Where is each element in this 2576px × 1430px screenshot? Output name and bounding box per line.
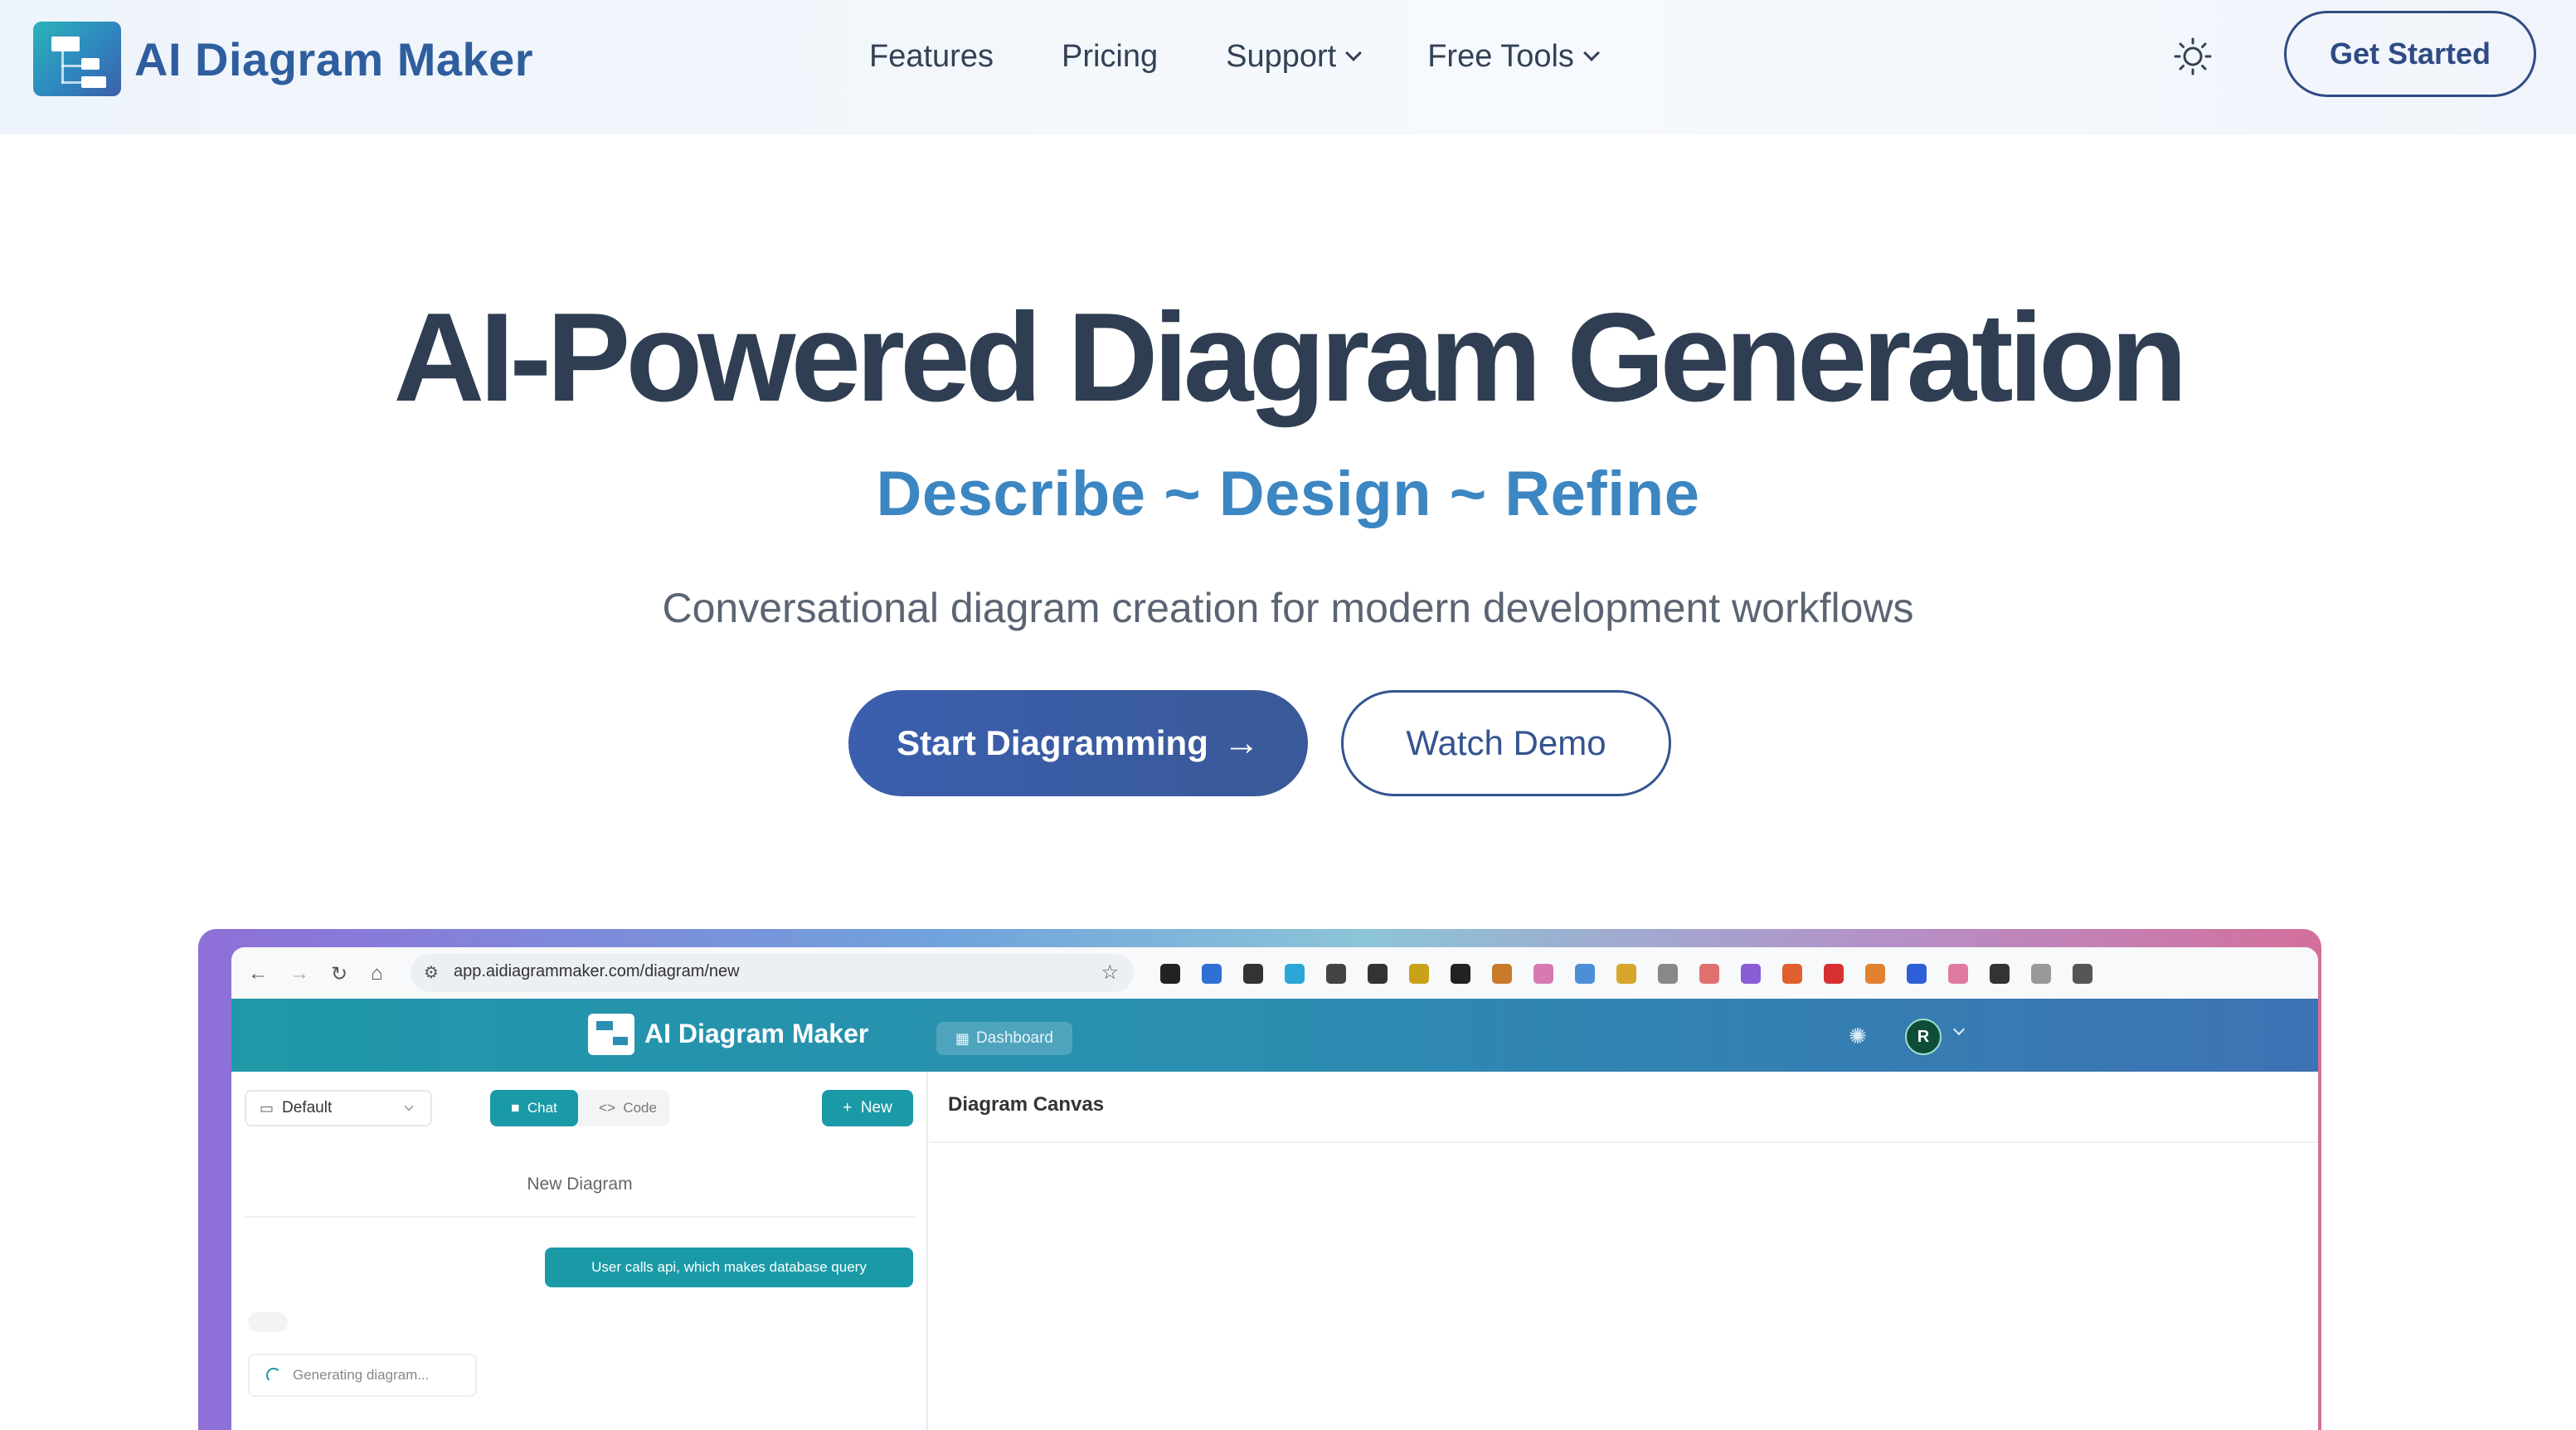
nav-link-label: Pricing <box>1061 38 1159 74</box>
browser-extension-icon <box>1368 964 1388 984</box>
extension-icons <box>1160 962 2114 985</box>
theme-toggle-button[interactable] <box>2168 32 2218 81</box>
browser-extension-icon <box>1202 964 1222 984</box>
nav-link-pricing[interactable]: Pricing <box>1062 39 1158 75</box>
get-started-button[interactable]: Get Started <box>2284 11 2536 97</box>
grid-icon: ▦ <box>955 1029 970 1047</box>
new-button-label: New <box>860 1099 892 1116</box>
spinner-icon <box>266 1368 281 1383</box>
chevron-down-icon <box>404 1102 414 1111</box>
nav-link-support[interactable]: Support <box>1226 38 1363 75</box>
logo-mark-icon <box>33 22 121 96</box>
diagram-canvas: Diagram Canvas <box>930 1072 2318 1430</box>
hero-description: Conversational diagram creation for mode… <box>662 585 1914 631</box>
sun-icon: ✺ <box>1849 1024 1867 1048</box>
browser-extension-icon <box>2031 964 2051 984</box>
new-diagram-button: + New <box>822 1090 913 1126</box>
browser-extension-icon <box>1243 964 1263 984</box>
browser-extension-icon <box>1948 964 1968 984</box>
browser-extension-icon <box>1409 964 1429 984</box>
tab-chat: ■ Chat <box>490 1090 578 1126</box>
tab-chat-label: Chat <box>527 1100 557 1116</box>
browser-extension-icon <box>1907 964 1927 984</box>
divider <box>245 1216 915 1218</box>
hero-title: AI-Powered Diagram Generation <box>393 287 2187 428</box>
nav-link-free-tools[interactable]: Free Tools <box>1427 38 1600 75</box>
chat-pane: ▭ Default ■ Chat <> Code + New New Diagr… <box>231 1072 928 1430</box>
chevron-down-icon <box>1583 45 1600 61</box>
nav-link-label: Features <box>869 38 994 74</box>
browser-extension-icon <box>1741 964 1761 984</box>
forward-icon: → <box>289 962 309 985</box>
start-diagramming-label: Start Diagramming <box>897 723 1208 762</box>
address-bar: ⚙ app.aidiagrammaker.com/diagram/new ☆ <box>411 954 1134 992</box>
app-preview-screenshot: ← → ↻ ⌂ ⚙ app.aidiagrammaker.com/diagram… <box>231 947 2318 1430</box>
brand-name: AI Diagram Maker <box>134 32 534 85</box>
canvas-title: Diagram Canvas <box>948 1093 1105 1116</box>
dashboard-label: Dashboard <box>976 1029 1053 1047</box>
hero-subtitle: Describe ~ Design ~ Refine <box>876 459 1700 529</box>
app-logo-icon <box>588 1014 634 1055</box>
url-text: app.aidiagrammaker.com/diagram/new <box>454 962 740 980</box>
tab-code: <> Code <box>599 1100 657 1116</box>
top-nav: AI Diagram Maker Features Pricing Suppor… <box>0 0 2576 134</box>
browser-extension-icon <box>1326 964 1346 984</box>
nav-links: Features Pricing Support Free Tools <box>869 32 1665 81</box>
chat-title: New Diagram <box>527 1175 633 1194</box>
divider <box>930 1141 2318 1143</box>
chevron-down-icon <box>1952 1023 1966 1036</box>
status-message: Generating diagram... <box>248 1354 477 1397</box>
app-title: AI Diagram Maker <box>644 1019 869 1048</box>
browser-extension-icon <box>1824 964 1844 984</box>
folder-select-value: Default <box>282 1099 333 1116</box>
browser-extension-icon <box>1575 964 1595 984</box>
tab-code-label: Code <box>623 1100 657 1116</box>
arrow-right-icon: → <box>1222 722 1260 763</box>
avatar: R <box>1905 1019 1942 1055</box>
nav-link-label: Free Tools <box>1427 38 1574 74</box>
brand-logo[interactable]: AI Diagram Maker <box>33 22 533 96</box>
browser-extension-icon <box>1782 964 1802 984</box>
browser-extension-icon <box>1616 964 1636 984</box>
browser-extension-icon <box>2073 964 2092 984</box>
mode-toggle: ■ Chat <> Code <box>490 1090 669 1126</box>
browser-extension-icon <box>1699 964 1719 984</box>
browser-extension-icon <box>1533 964 1553 984</box>
browser-extension-icon <box>1990 964 2010 984</box>
back-icon: ← <box>248 962 268 985</box>
browser-extension-icon <box>1451 964 1470 984</box>
folder-icon: ▭ <box>260 1099 275 1116</box>
typing-placeholder <box>248 1312 288 1332</box>
home-icon: ⌂ <box>371 962 383 985</box>
star-icon: ☆ <box>1101 961 1119 984</box>
sun-icon <box>2174 37 2212 75</box>
site-settings-icon: ⚙ <box>424 964 439 982</box>
reload-icon: ↻ <box>331 963 348 985</box>
folder-select: ▭ Default <box>245 1090 432 1126</box>
nav-link-label: Support <box>1226 38 1337 74</box>
browser-extension-icon <box>1492 964 1512 984</box>
browser-toolbar: ← → ↻ ⌂ ⚙ app.aidiagrammaker.com/diagram… <box>231 947 2318 999</box>
browser-extension-icon <box>1658 964 1678 984</box>
app-header: AI Diagram Maker ▦ Dashboard ✺ R <box>231 999 2318 1072</box>
dashboard-link: ▦ Dashboard <box>936 1022 1072 1055</box>
status-message-text: Generating diagram... <box>293 1367 430 1383</box>
watch-demo-button[interactable]: Watch Demo <box>1341 690 1671 796</box>
browser-extension-icon <box>1285 964 1305 984</box>
start-diagramming-button[interactable]: Start Diagramming → <box>848 690 1308 796</box>
user-message-bubble: User calls api, which makes database que… <box>545 1248 913 1287</box>
chevron-down-icon <box>1345 45 1363 61</box>
browser-extension-icon <box>1160 964 1180 984</box>
browser-extension-icon <box>1865 964 1885 984</box>
nav-link-features[interactable]: Features <box>869 39 994 75</box>
